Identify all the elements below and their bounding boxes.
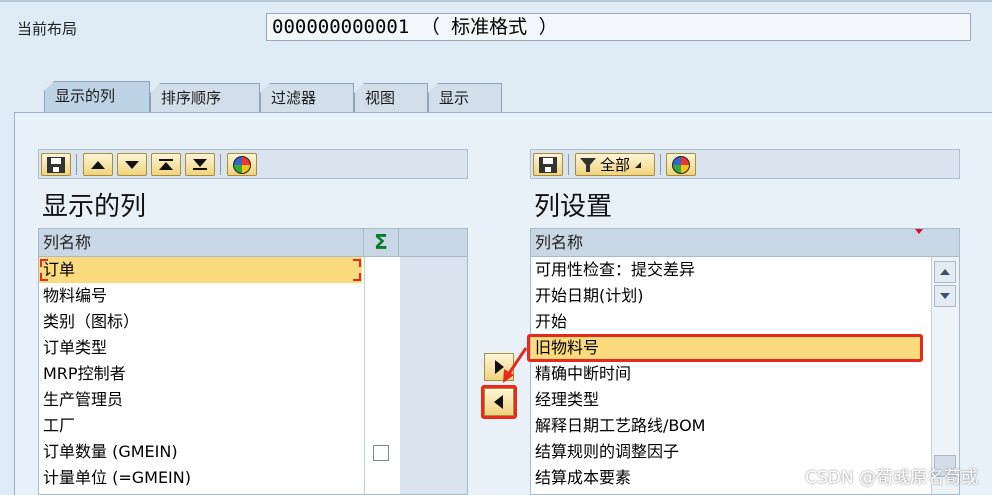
move-down-button[interactable]	[117, 153, 147, 176]
arrow-up-icon	[91, 160, 105, 169]
bottom-bar-icon	[193, 168, 207, 170]
move-up-button[interactable]	[83, 153, 113, 176]
filter-icon	[580, 157, 596, 172]
tab-displayed-columns[interactable]: 显示的列	[44, 81, 150, 113]
layout-label: 当前布局	[17, 20, 78, 38]
focus-marker	[38, 257, 363, 283]
left-grid-empty-area	[400, 257, 467, 494]
color-settings-button[interactable]	[227, 153, 257, 176]
color-wheel-icon	[672, 155, 690, 174]
watermark: CSDN @荀彧原名荀或	[805, 468, 978, 488]
save-layout-button[interactable]	[533, 153, 563, 176]
list-item[interactable]: 物料编号	[39, 283, 107, 309]
color-settings-button[interactable]	[666, 153, 696, 176]
color-wheel-icon	[233, 155, 251, 174]
right-title: 列设置	[534, 192, 613, 222]
move-top-button[interactable]	[151, 153, 181, 176]
toolbar-separator	[568, 154, 569, 175]
save-layout-button[interactable]	[41, 153, 71, 176]
list-item[interactable]: 生产管理员	[39, 387, 123, 413]
sum-column-header: Σ	[364, 229, 399, 257]
tab-filter[interactable]: 过滤器	[260, 83, 354, 112]
list-item[interactable]: MRP控制者	[39, 361, 126, 387]
list-item[interactable]: 订单类型	[39, 335, 107, 361]
sort-marker-icon	[915, 229, 923, 234]
list-item[interactable]: 结算规则的调整因子	[531, 439, 679, 465]
layout-field[interactable]: 000000000001 （ 标准格式 ）	[266, 13, 971, 41]
right-toolbar: 全部	[530, 149, 960, 179]
highlight-box-row	[527, 334, 923, 362]
list-item[interactable]: 开始日期(计划)	[531, 283, 644, 309]
tab-display[interactable]: 显示	[428, 83, 502, 112]
left-header-filler	[399, 229, 467, 257]
top-bar-icon	[159, 159, 173, 161]
floppy-disk-icon	[47, 156, 65, 173]
toolbar-separator	[76, 154, 77, 175]
highlight-box-remove	[481, 385, 517, 419]
right-column-header: 列名称	[531, 229, 927, 257]
tab-view[interactable]: 视图	[354, 83, 428, 112]
list-item[interactable]: 解释日期工艺路线/BOM	[531, 413, 706, 439]
sum-checkbox[interactable]	[373, 445, 389, 461]
list-item[interactable]: 计量单位 (=GMEIN)	[39, 465, 191, 491]
list-item[interactable]: 可用性检查：提交差异	[531, 257, 695, 283]
top-rule	[0, 0, 992, 2]
list-item[interactable]: 工厂	[39, 413, 75, 439]
list-item[interactable]: 精确中断时间	[531, 361, 631, 387]
scroll-down-icon	[940, 293, 950, 299]
annotation-arrow-icon	[503, 347, 528, 383]
filter-all-button[interactable]: 全部	[575, 153, 655, 176]
toolbar-separator	[660, 154, 661, 175]
left-column-header: 列名称	[39, 229, 364, 257]
scroll-up-button[interactable]	[934, 261, 956, 283]
list-item[interactable]: 类别（图标）	[39, 309, 139, 335]
list-item[interactable]: 订单数量 (GMEIN)	[39, 439, 178, 465]
scroll-down-button[interactable]	[934, 285, 956, 307]
tab-sort-order[interactable]: 排序顺序	[150, 83, 260, 112]
list-item[interactable]: 经理类型	[531, 387, 599, 413]
dropdown-corner-icon	[635, 161, 642, 168]
right-header-filler	[927, 229, 959, 257]
filter-label: 全部	[600, 156, 631, 174]
floppy-disk-icon	[539, 156, 557, 173]
list-item[interactable]: 开始	[531, 309, 567, 335]
scroll-up-icon	[940, 269, 950, 275]
list-item[interactable]: 结算成本要素	[531, 465, 631, 491]
arrow-top-icon	[159, 162, 173, 170]
move-bottom-button[interactable]	[185, 153, 215, 176]
arrow-down-icon	[125, 160, 139, 169]
toolbar-separator	[220, 154, 221, 175]
left-toolbar	[38, 149, 468, 179]
left-title: 显示的列	[42, 192, 147, 222]
arrow-bottom-icon	[193, 159, 207, 167]
